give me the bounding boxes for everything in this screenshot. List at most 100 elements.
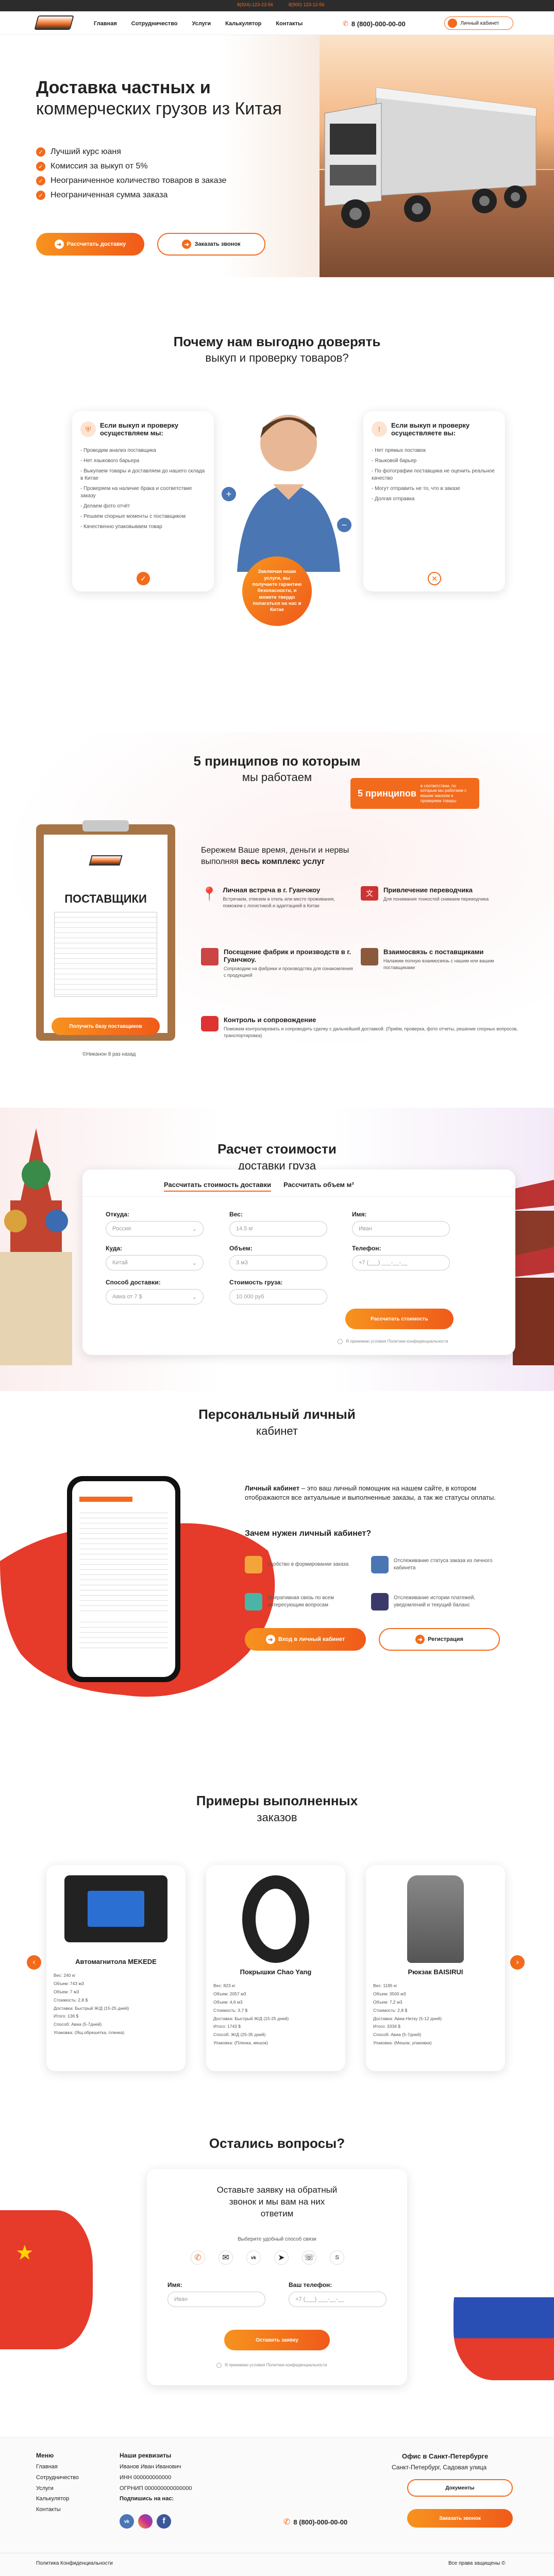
nav-calculator[interactable]: Калькулятор [225, 21, 261, 27]
get-suppliers-button[interactable]: Получить базу поставщиков [52, 1018, 160, 1035]
footer-link-cooperation[interactable]: Сотрудничество [36, 2472, 79, 2483]
principle-1: 📍 Личная встреча в г. Гуанчжоу Встречаем,… [201, 886, 335, 908]
why-right-card: ! Если выкуп и проверку осуществляете вы… [363, 411, 505, 591]
clipboard-clip [82, 820, 129, 832]
from-select[interactable]: Россия ⌄ [106, 1221, 204, 1236]
footer-link-services[interactable]: Услуги [36, 2483, 79, 2494]
cost-input[interactable]: 10 000 руб [229, 1289, 327, 1304]
submit-request-button[interactable]: Оставить заявку [224, 2330, 330, 2350]
camera-icon [201, 1016, 219, 1031]
documents-button[interactable]: Документы [407, 2479, 513, 2497]
footer-link-contacts[interactable]: Контакты [36, 2504, 79, 2515]
volume-input[interactable]: 3 м3 [229, 1255, 327, 1270]
radio-image [64, 1875, 167, 1942]
check-icon: ✓ [36, 176, 45, 185]
header-phone[interactable]: 8 (800)-000-00-00 [351, 20, 406, 28]
vk-icon[interactable]: vk [246, 2250, 261, 2265]
mail-icon[interactable]: ✉ [219, 2250, 233, 2265]
consent-checkbox[interactable] [216, 2362, 222, 2368]
footer-req-title: Наши реквизиты [120, 2452, 172, 2459]
method-label: Способ доставки: [106, 1279, 161, 1286]
footer-policy-link[interactable]: Политика Конфиденциальности [36, 2561, 113, 2566]
contact-phone-label: Ваш телефон: [289, 2281, 332, 2289]
instagram-icon[interactable] [138, 2514, 153, 2529]
why-left-card: ⛨ Если выкуп и проверку осуществляем мы:… [72, 411, 214, 591]
carousel-prev-button[interactable]: ‹ [27, 1955, 41, 1970]
tab-volume[interactable]: Рассчитать объем м³ [283, 1181, 354, 1192]
cabinet-login-button[interactable]: ➜ Вход в личный кабинет [245, 1628, 366, 1651]
phone-icon: ✆ [283, 2518, 291, 2527]
principles-intro: Бережем Ваше время, деньги и нервы выпол… [201, 846, 349, 867]
to-select[interactable]: Китай ⌄ [106, 1255, 204, 1270]
contact-card-title: Оставьте заявку на обратный звонок и мы в… [216, 2185, 338, 2218]
logo[interactable] [34, 15, 74, 30]
chat-icon [245, 1593, 262, 1611]
contact-phone-input[interactable]: +7 (___) ___-__-__ [289, 2292, 387, 2307]
minus-icon: − [337, 518, 351, 532]
cabinet-feature-1: Удобство в формировании заказа [245, 1556, 363, 1573]
name-label: Имя: [352, 1211, 367, 1218]
top-phone-2[interactable]: 8(900) 123-12-56 [289, 2, 325, 7]
footer-phone[interactable]: 8 (800)-000-00-00 [293, 2518, 347, 2526]
principle-2: 文 Привлечение переводчика Для понимания т… [361, 886, 515, 903]
alert-icon: ! [372, 421, 387, 437]
method-select[interactable]: Авиа от 7 $ ⌄ [106, 1289, 204, 1304]
example-card-3: Рюкзак BAISIRUI Вес: 1195 кг Объем: 3500 … [366, 1865, 505, 2071]
cabinet-feature-4: Отслеживание истории платежей, уведомлен… [371, 1593, 500, 1611]
footer-req-inn: ИНН 000000000000 [120, 2474, 172, 2481]
phone-icon[interactable]: ✆ [191, 2250, 205, 2265]
footer-req-ogrnip: ОГРНИП 000000000000000 [120, 2485, 192, 2492]
check-icon: ✓ [36, 162, 45, 171]
principle-5: Контроль и сопровождение Поможем контроли… [201, 1016, 531, 1039]
man-photo [227, 402, 350, 572]
nav-main[interactable]: Главная [94, 21, 117, 27]
footer-call-button[interactable]: Заказать звонок [407, 2509, 513, 2528]
examples-title-1: Примеры выполненных [196, 1793, 358, 1808]
nav-services[interactable]: Услуги [192, 21, 211, 27]
telegram-icon[interactable]: ➤ [274, 2250, 289, 2265]
cross-circle-icon: ✕ [428, 572, 441, 585]
order-call-button[interactable]: ➜ Заказать звонок [157, 233, 265, 256]
tracking-icon [371, 1556, 389, 1573]
chevron-down-icon: ⌄ [192, 1294, 197, 1300]
footer-link-main[interactable]: Главная [36, 2462, 79, 2472]
translator-icon: 文 [361, 886, 378, 901]
tab-delivery-cost[interactable]: Рассчитать стоимость доставки [164, 1181, 272, 1192]
footer-req-name: Иванов Иван Иванович [120, 2463, 181, 2470]
vk-icon[interactable]: vk [120, 2514, 134, 2529]
name-input[interactable]: Иван [352, 1221, 450, 1236]
calculate-button[interactable]: Рассчитать стоимость [345, 1309, 454, 1329]
hero-features: ✓ Лучший курс юаня ✓ Комиссия за выкуп от … [36, 147, 226, 200]
from-label: Откуда: [106, 1211, 129, 1218]
nav-contacts[interactable]: Контакты [276, 21, 303, 27]
contact-name-input[interactable]: Иван [167, 2292, 265, 2307]
phone-input[interactable]: +7 (___) ___-__-__ [352, 1255, 450, 1270]
register-button[interactable]: ➜ Регистрация [379, 1628, 500, 1651]
weight-input[interactable]: 14.5 кг [229, 1221, 327, 1236]
cabinet-title-1: Персональный личный [198, 1406, 356, 1422]
calc-delivery-button[interactable]: ➜ Рассчитать доставку [36, 233, 144, 256]
phone-icon: ✆ [343, 20, 348, 27]
top-phone-1[interactable]: 8(924)-123-23-56 [237, 2, 273, 7]
to-label: Куда: [106, 1245, 122, 1252]
consent-checkbox[interactable] [338, 1338, 343, 1344]
check-icon: ✓ [36, 147, 45, 157]
contact-flag-china [0, 2210, 93, 2349]
footer-menu-title: Меню [36, 2452, 54, 2459]
footer-link-calculator[interactable]: Калькулятор [36, 2494, 79, 2504]
nav-cooperation[interactable]: Сотрудничество [131, 21, 178, 27]
cabinet-feature-2: Отслеживание статуса заказа из личного к… [371, 1556, 500, 1573]
skype-icon[interactable]: S [330, 2250, 344, 2265]
principles-title-1: 5 принципов по которым [193, 753, 361, 769]
hero-title-2: коммерческих грузов из Китая [36, 98, 282, 118]
cabinet-button[interactable]: Личный кабинет [444, 16, 513, 30]
wallet-icon [371, 1593, 389, 1611]
backpack-image [407, 1875, 464, 1963]
viber-icon[interactable]: ☏ [302, 2250, 316, 2265]
facebook-icon[interactable]: f [157, 2514, 171, 2529]
examples-title-2: заказов [257, 1811, 297, 1824]
cabinet-why: Зачем нужен личный кабинет? [245, 1529, 372, 1538]
handshake-icon [361, 948, 378, 965]
carousel-next-button[interactable]: › [510, 1955, 525, 1970]
clipboard-note: ©Никанон 8 раз назад [82, 1052, 136, 1057]
